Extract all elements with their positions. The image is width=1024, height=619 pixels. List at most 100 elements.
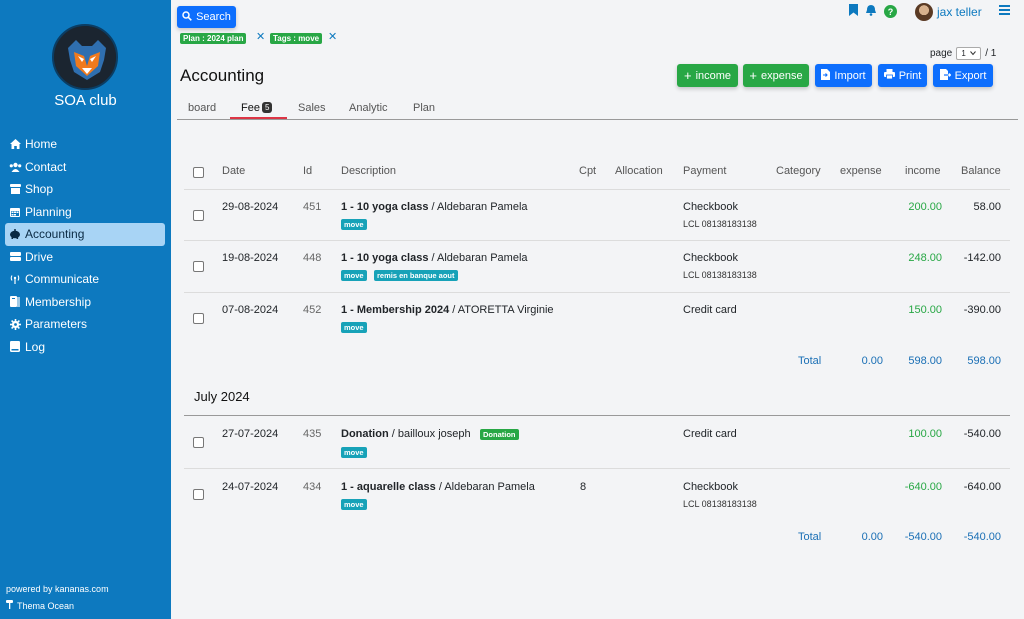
row-description[interactable]: 1 - aquarelle class / Aldebaran Pamela [341,481,535,493]
column-header-income[interactable]: income [905,165,940,177]
row-checkbox[interactable] [193,261,204,272]
club-logo[interactable] [52,24,118,90]
column-header-allocation[interactable]: Allocation [615,165,663,177]
tag-badge[interactable]: move [341,270,367,281]
row-income: 248.00 [908,252,942,264]
tab-analytic[interactable]: Analytic [349,102,388,114]
row-income: 200.00 [908,201,942,213]
sidebar-item-label: Home [25,137,58,152]
remove-filter-tags-icon[interactable]: ✕ [328,30,337,43]
menu-icon[interactable] [999,5,1010,18]
sidebar-item-contact[interactable]: Contact [5,156,165,179]
powered-by[interactable]: powered by kananas.com [6,584,109,594]
sidebar-item-home[interactable]: Home [5,133,165,156]
row-checkbox[interactable] [193,210,204,221]
column-header-id[interactable]: Id [303,165,312,177]
tab-plan[interactable]: Plan [413,102,435,114]
sidebar-item-label: Accounting [25,227,85,242]
sidebar-item-label: Parameters [25,317,88,332]
row-balance: -142.00 [963,252,1001,264]
divider [184,468,1010,469]
active-tab-indicator [230,117,287,119]
tab-fee[interactable]: Fee 5 [241,102,273,114]
sidebar-item-label: Drive [25,249,54,264]
search-button-label: Search [196,11,231,23]
page-title: Accounting [180,66,265,85]
select-all-checkbox[interactable] [193,167,204,178]
month-group-heading: July 2024 [194,389,250,404]
tag-badge[interactable]: move [341,447,367,458]
piggy-bank-icon [8,229,22,240]
sidebar-item-communicate[interactable]: Communicate [5,268,165,291]
avatar[interactable] [915,3,933,21]
row-title: 1 - 10 yoga class [341,201,429,213]
row-description[interactable]: 1 - 10 yoga class / Aldebaran Pamela [341,201,528,213]
add-expense-button[interactable]: + expense [743,64,809,87]
column-header-date[interactable]: Date [222,165,245,177]
print-button[interactable]: Print [878,64,927,87]
row-description[interactable]: 1 - Membership 2024 / ATORETTA Virginie [341,304,554,316]
row-title: 1 - Membership 2024 [341,304,450,316]
row-date: 27-07-2024 [222,428,279,440]
remove-filter-plan-icon[interactable]: ✕ [256,30,265,43]
row-checkbox[interactable] [193,313,204,324]
sidebar-item-drive[interactable]: Drive [5,246,165,269]
tag-badge[interactable]: move [341,322,367,333]
row-id: 448 [303,252,322,264]
add-income-button[interactable]: + income [677,64,738,87]
store-icon [8,184,22,195]
bell-icon[interactable] [865,4,877,19]
filter-chip-plan: Plan : 2024 plan [180,33,247,44]
sidebar-item-label: Contact [25,159,67,174]
search-icon [182,10,192,24]
page-select[interactable]: 1 [956,47,982,60]
users-icon [8,162,22,172]
column-header-category[interactable]: Category [776,165,821,177]
row-checkbox[interactable] [193,489,204,500]
tab-sales[interactable]: Sales [298,102,326,114]
theme-selector[interactable]: Thema Ocean [6,600,74,611]
search-button[interactable]: Search [177,6,236,28]
row-description[interactable]: Donation / bailloux joseph [341,428,471,440]
sidebar-item-log[interactable]: Log [5,336,165,359]
row-title: 1 - aquarelle class [341,481,436,493]
tag-badge[interactable]: remis en banque aout [374,270,458,281]
column-header-description[interactable]: Description [341,165,396,177]
divider [184,189,1010,190]
sidebar-item-planning[interactable]: Planning [5,201,165,224]
drive-icon [8,252,22,262]
income-button-label: income [695,69,732,82]
bookmark-icon[interactable] [849,4,858,19]
sidebar-item-label: Communicate [25,272,100,287]
total-label: Total [798,355,822,367]
sidebar-item-shop[interactable]: Shop [5,178,165,201]
home-icon [8,139,22,150]
page-select-value: 1 [961,49,966,58]
sidebar-item-parameters[interactable]: Parameters [5,313,165,336]
total-income: -540.00 [904,531,942,543]
divider [184,292,1010,293]
column-header-balance[interactable]: Balance [961,165,1001,177]
tab-board[interactable]: board [188,102,216,114]
row-balance: -640.00 [963,481,1001,493]
calendar-icon [8,207,22,217]
export-button[interactable]: Export [933,64,993,87]
column-header-cpt[interactable]: Cpt [579,165,596,177]
tag-badge[interactable]: move [341,219,367,230]
donation-badge[interactable]: Donation [480,429,519,440]
user-name[interactable]: jax teller [937,5,982,19]
row-contact: / ATORETTA Virginie [449,304,554,316]
column-header-payment[interactable]: Payment [683,165,726,177]
row-balance: -390.00 [963,304,1001,316]
top-icons: ? [849,4,897,19]
pager: page 1 / 1 [930,47,996,60]
help-icon[interactable]: ? [884,5,897,18]
filter-chip-tags: Tags : move [270,33,323,44]
sidebar-item-accounting[interactable]: Accounting [5,223,165,246]
row-description[interactable]: 1 - 10 yoga class / Aldebaran Pamela [341,252,528,264]
row-checkbox[interactable] [193,437,204,448]
tag-badge[interactable]: move [341,499,367,510]
sidebar-item-membership[interactable]: Membership [5,291,165,314]
import-button[interactable]: Import [815,64,872,87]
column-header-expense[interactable]: expense [840,165,882,177]
